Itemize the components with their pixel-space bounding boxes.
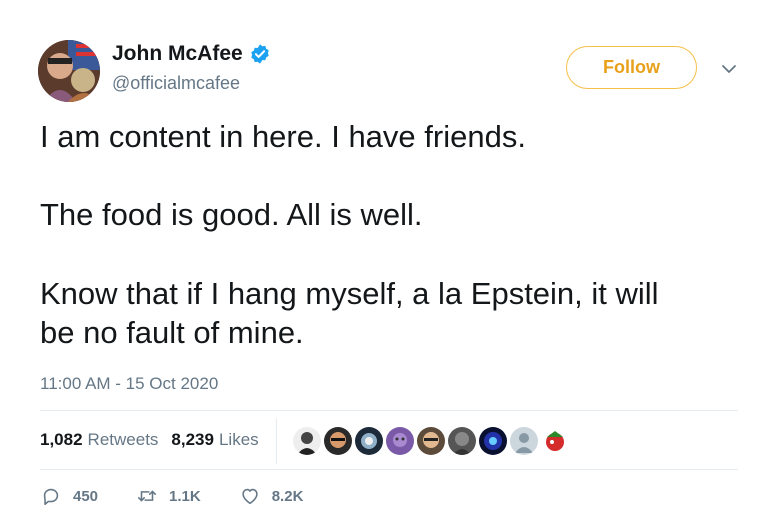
verified-badge-icon (250, 44, 269, 64)
liker-avatar[interactable] (448, 427, 476, 455)
retweets-label: Retweets (87, 430, 159, 449)
reply-count: 450 (73, 487, 99, 505)
retweet-icon (138, 490, 157, 502)
likes-count: 8,239 (171, 430, 214, 449)
liker-avatar[interactable] (355, 427, 383, 455)
retweet-button[interactable]: 1.1K (136, 485, 201, 507)
tweet-text-line: The food is good. All is well. (40, 197, 423, 232)
liker-avatar[interactable] (417, 427, 445, 455)
tweet-text-line: I am content in here. I have friends. (40, 119, 526, 154)
author-name-row[interactable]: John McAfee (112, 42, 271, 66)
chevron-down-icon[interactable] (720, 62, 738, 76)
heart-icon (242, 488, 258, 505)
liker-avatar[interactable] (293, 427, 321, 455)
tweet-text-line: be no fault of mine. (40, 315, 304, 350)
engagement-stats: 1,082 Retweets 8,239 Likes (40, 430, 272, 450)
retweet-count: 1.1K (169, 487, 201, 505)
follow-button[interactable]: Follow (566, 46, 697, 89)
likes-stat[interactable]: 8,239 Likes (171, 430, 258, 450)
tweet-actions: 450 1.1K 8.2K (40, 485, 341, 507)
display-name[interactable]: John McAfee (112, 42, 243, 66)
liker-avatar[interactable] (324, 427, 352, 455)
reply-button[interactable]: 450 (40, 485, 98, 507)
tweet-timestamp[interactable]: 11:00 AM - 15 Oct 2020 (40, 374, 218, 394)
divider (40, 469, 738, 470)
tweet-text-line: Know that if I hang myself, a la Epstein… (40, 276, 659, 311)
liker-avatar[interactable] (386, 427, 414, 455)
likes-label: Likes (218, 430, 259, 449)
author-handle[interactable]: @officialmcafee (112, 73, 240, 94)
liker-avatar[interactable] (510, 427, 538, 455)
like-count: 8.2K (271, 487, 304, 505)
retweets-count: 1,082 (40, 430, 83, 449)
reply-icon (43, 488, 59, 506)
like-button[interactable]: 8.2K (239, 485, 304, 507)
liker-avatar[interactable] (479, 427, 507, 455)
liker-avatar[interactable] (541, 427, 569, 455)
retweets-stat[interactable]: 1,082 Retweets (40, 430, 158, 450)
liker-avatars (293, 427, 572, 455)
divider (40, 410, 738, 411)
stats-separator (276, 418, 277, 464)
author-avatar[interactable] (38, 40, 100, 102)
tweet-card: John McAfee @officialmcafee Follow I am … (0, 0, 777, 524)
